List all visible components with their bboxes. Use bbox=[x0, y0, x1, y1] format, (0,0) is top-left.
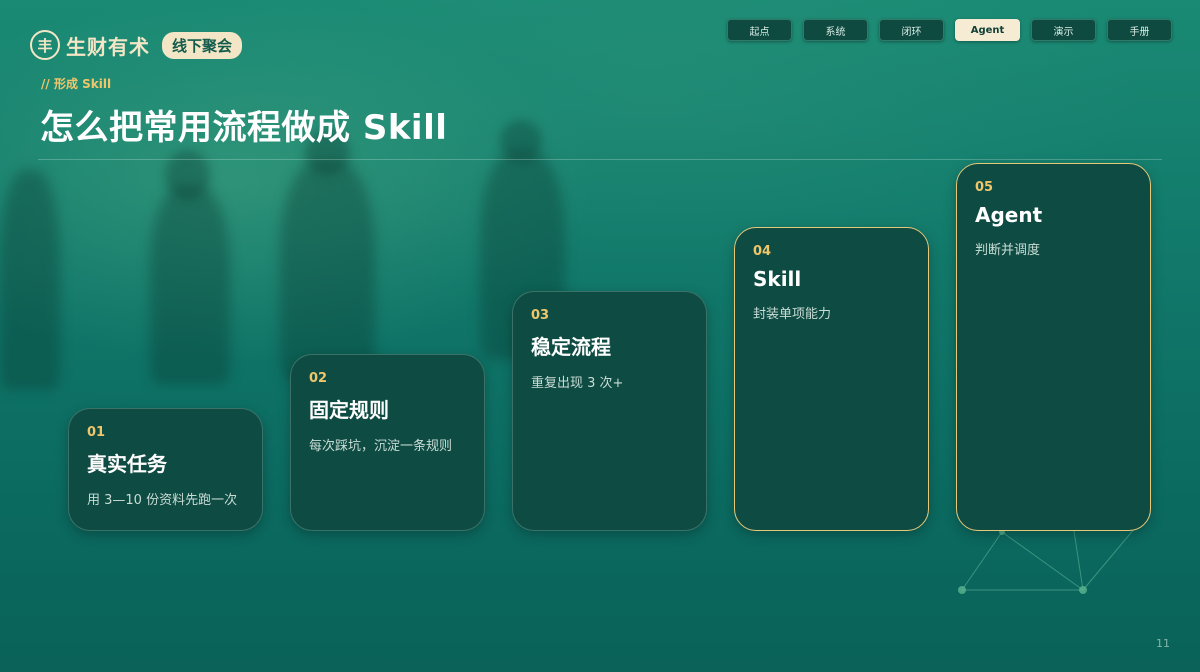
brand-mark-icon: 丰 bbox=[30, 30, 60, 60]
background-figure bbox=[0, 170, 60, 390]
step-card-5: 05 Agent 判断并调度 bbox=[956, 163, 1151, 531]
nav-tab-agent[interactable]: Agent bbox=[955, 19, 1020, 41]
slide: 丰 生财有术 线下聚会 起点 系统 闭环 Agent 演示 手册 // 形成 S… bbox=[0, 0, 1200, 672]
step-number: 03 bbox=[531, 308, 550, 323]
page-title: 怎么把常用流程做成 Skill bbox=[40, 108, 448, 148]
step-card-1: 01 真实任务 用 3—10 份资料先跑一次 bbox=[68, 408, 263, 531]
step-description: 用 3—10 份资料先跑一次 bbox=[87, 493, 238, 508]
event-badge: 线下聚会 bbox=[162, 31, 243, 59]
nav-tab-start[interactable]: 起点 bbox=[727, 19, 792, 41]
step-title: Skill bbox=[753, 267, 802, 291]
step-title: Agent bbox=[975, 203, 1043, 227]
page-number: 11 bbox=[1156, 637, 1170, 650]
step-card-4: 04 Skill 封装单项能力 bbox=[734, 227, 929, 531]
background-figure-head bbox=[500, 120, 542, 162]
nav-tab-handbook[interactable]: 手册 bbox=[1107, 19, 1172, 41]
nav-tab-system[interactable]: 系统 bbox=[803, 19, 868, 41]
step-card-3: 03 稳定流程 重复出现 3 次+ bbox=[512, 291, 707, 531]
brand-logo: 丰 生财有术 线下聚会 bbox=[30, 30, 243, 60]
nav-tab-demo[interactable]: 演示 bbox=[1031, 19, 1096, 41]
step-description: 每次踩坑，沉淀一条规则 bbox=[309, 439, 453, 454]
background-figure-head bbox=[165, 150, 210, 200]
section-kicker: // 形成 Skill bbox=[41, 77, 112, 91]
step-description: 重复出现 3 次+ bbox=[531, 376, 624, 391]
step-number: 01 bbox=[87, 425, 106, 440]
step-title: 真实任务 bbox=[87, 452, 167, 476]
step-card-2: 02 固定规则 每次踩坑，沉淀一条规则 bbox=[290, 354, 485, 531]
step-description: 判断并调度 bbox=[975, 243, 1041, 258]
step-title: 固定规则 bbox=[309, 398, 389, 422]
step-description: 封装单项能力 bbox=[753, 307, 832, 322]
section-nav: 起点 系统 闭环 Agent 演示 手册 bbox=[727, 19, 1172, 41]
background-figure bbox=[150, 185, 230, 385]
step-title: 稳定流程 bbox=[531, 335, 611, 359]
nav-tab-loop[interactable]: 闭环 bbox=[879, 19, 944, 41]
brand-name: 生财有术 bbox=[66, 34, 150, 59]
step-number: 05 bbox=[975, 180, 994, 195]
background-figure bbox=[280, 160, 375, 380]
step-number: 04 bbox=[753, 244, 772, 259]
title-divider bbox=[38, 159, 1162, 160]
step-number: 02 bbox=[309, 371, 328, 386]
